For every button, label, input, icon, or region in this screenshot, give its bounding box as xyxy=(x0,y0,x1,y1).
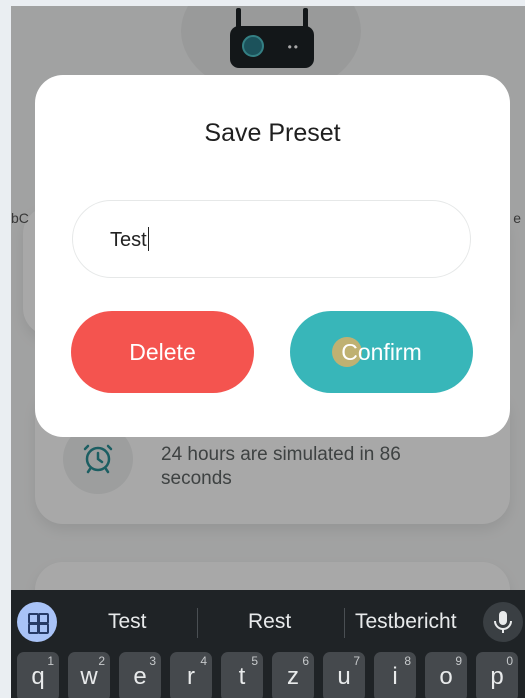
key-label: e xyxy=(133,663,147,690)
key-hint: 4 xyxy=(200,654,207,668)
key-t[interactable]: t5 xyxy=(221,652,263,698)
suggestion-divider xyxy=(197,608,198,638)
key-label: q xyxy=(31,663,45,690)
confirm-button-label: Confirm xyxy=(341,338,422,365)
confirm-button[interactable]: Confirm xyxy=(290,311,473,393)
key-hint: 3 xyxy=(149,654,156,668)
delete-button-label: Delete xyxy=(129,338,196,365)
key-label: i xyxy=(392,663,398,690)
key-p[interactable]: p0 xyxy=(476,652,518,698)
key-w[interactable]: w2 xyxy=(68,652,110,698)
key-hint: 1 xyxy=(47,654,54,668)
key-label: r xyxy=(187,663,195,690)
suggestion-item[interactable]: Testbericht xyxy=(355,610,457,634)
key-z[interactable]: z6 xyxy=(272,652,314,698)
key-hint: 9 xyxy=(455,654,462,668)
on-screen-keyboard: Test Rest Testbericht q1w2e3r4t5z6u7i8o9… xyxy=(11,590,525,698)
preset-name-value: Test xyxy=(110,227,149,251)
microphone-icon[interactable] xyxy=(483,602,523,642)
text-cursor xyxy=(147,227,149,251)
delete-button[interactable]: Delete xyxy=(71,311,254,393)
key-r[interactable]: r4 xyxy=(170,652,212,698)
key-i[interactable]: i8 xyxy=(374,652,416,698)
key-q[interactable]: q1 xyxy=(17,652,59,698)
save-preset-dialog: Save Preset Test Delete Confirm xyxy=(35,75,510,437)
key-o[interactable]: o9 xyxy=(425,652,467,698)
key-label: o xyxy=(439,663,453,690)
dialog-title: Save Preset xyxy=(204,119,341,147)
key-u[interactable]: u7 xyxy=(323,652,365,698)
key-hint: 2 xyxy=(98,654,105,668)
suggestion-item[interactable]: Rest xyxy=(248,610,291,634)
key-hint: 5 xyxy=(251,654,258,668)
key-hint: 8 xyxy=(404,654,411,668)
key-e[interactable]: e3 xyxy=(119,652,161,698)
key-label: w xyxy=(80,663,98,690)
key-hint: 0 xyxy=(506,654,513,668)
preset-name-input[interactable]: Test xyxy=(72,200,471,278)
suggestion-item[interactable]: Test xyxy=(108,610,147,634)
key-hint: 6 xyxy=(302,654,309,668)
key-label: p xyxy=(490,663,504,690)
key-label: u xyxy=(337,663,351,690)
suggestion-divider xyxy=(344,608,345,638)
app-screen: •• bC e 24 hours are simulated in 86 sec… xyxy=(11,6,525,698)
key-label: z xyxy=(287,663,299,690)
key-label: t xyxy=(238,663,246,690)
key-hint: 7 xyxy=(353,654,360,668)
